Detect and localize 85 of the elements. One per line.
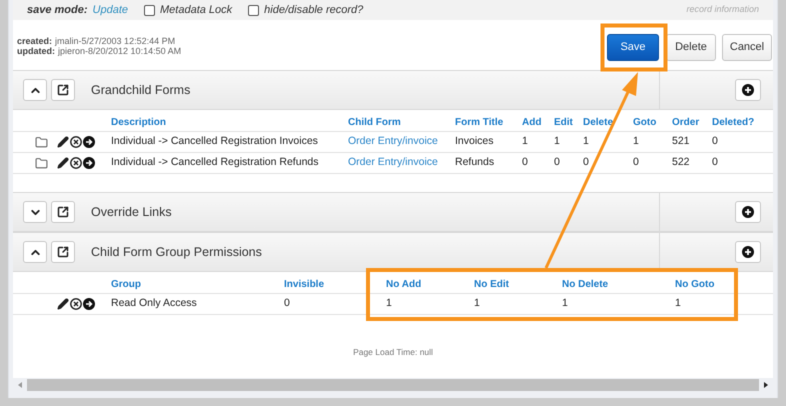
edit-icon[interactable]	[57, 298, 69, 310]
table-cell-text: 522	[672, 155, 691, 170]
table-cell-text: 0	[522, 155, 529, 170]
folder-icon[interactable]	[35, 156, 48, 170]
table-cell-text: 1	[583, 134, 590, 150]
export-icon	[57, 84, 69, 96]
add-button[interactable]	[735, 201, 761, 223]
add-icon	[742, 246, 754, 258]
table-cell-text: 0	[633, 155, 640, 170]
column-header[interactable]: Order	[672, 114, 712, 130]
column-header[interactable]: Deleted?	[712, 114, 762, 130]
checkbox[interactable]	[248, 4, 260, 16]
remove-icon[interactable]	[70, 136, 82, 148]
table-cell-text: 1	[554, 134, 561, 150]
checkbox-label: Metadata Lock	[160, 2, 232, 18]
table-cell-text: Read Only Access	[111, 296, 198, 312]
table-cell-text: 0	[284, 296, 291, 312]
column-header[interactable]: No Delete	[562, 276, 675, 292]
arrow-circle-icon[interactable]	[83, 136, 95, 148]
table-cell-text: 1	[675, 296, 682, 312]
section-title: Override Links	[91, 204, 172, 221]
column-header[interactable]: Delete	[583, 114, 633, 130]
highlight-frame	[600, 24, 668, 72]
arrow-circle-icon[interactable]	[83, 157, 95, 169]
table-cell-text: 1	[386, 296, 393, 312]
table-cell-text: Individual -> Cancelled Registration Invoices	[111, 134, 319, 150]
table-cell-text: Invoices	[455, 134, 495, 150]
column-header[interactable]: Description	[111, 114, 348, 130]
add-button[interactable]	[735, 241, 761, 263]
table-cell-text: 0	[712, 134, 719, 150]
save-mode-link[interactable]: Update	[92, 2, 128, 18]
remove-icon[interactable]	[70, 298, 82, 310]
folder-icon[interactable]	[35, 136, 48, 148]
checkbox[interactable]	[144, 4, 156, 16]
audit-value: jpieron-8/20/2012 10:14:50 AM	[58, 46, 182, 56]
add-icon	[742, 84, 754, 96]
table-cell-text: 1	[522, 134, 529, 150]
table-link[interactable]: Order Entry/invoice	[348, 134, 455, 150]
form-button[interactable]: Delete	[666, 34, 716, 61]
export-button[interactable]	[51, 201, 75, 223]
column-header[interactable]: Invisible	[284, 276, 386, 292]
export-icon	[57, 206, 69, 218]
export-button[interactable]	[51, 241, 75, 263]
export-button[interactable]	[51, 79, 75, 101]
column-header[interactable]: No Add	[386, 276, 474, 292]
save-mode-label: save mode:	[27, 2, 88, 18]
collapse-toggle-button[interactable]	[23, 201, 47, 223]
column-header[interactable]: Form Title	[455, 114, 522, 130]
record-information-label: record information	[686, 3, 759, 16]
table-cell-text: 0	[583, 155, 590, 170]
add-icon	[742, 206, 754, 218]
form-button[interactable]: Save	[607, 34, 659, 61]
table-cell-text: 1	[633, 134, 640, 150]
checkbox-label: hide/disable record?	[264, 2, 364, 18]
audit-label: created:	[17, 36, 52, 46]
add-button[interactable]	[735, 79, 761, 101]
form-button[interactable]: Cancel	[722, 34, 772, 61]
table-cell-text: 521	[672, 134, 691, 150]
column-header[interactable]: Goto	[633, 114, 672, 130]
table-cell-text: 0	[712, 155, 719, 170]
column-header[interactable]: Add	[522, 114, 554, 130]
table-cell-text: 1	[474, 296, 481, 312]
section-title: Child Form Group Permissions	[91, 244, 262, 261]
section-title: Grandchild Forms	[91, 82, 190, 99]
collapse-toggle-button[interactable]	[23, 241, 47, 263]
collapse-toggle-button[interactable]	[23, 79, 47, 101]
column-header[interactable]: Group	[111, 276, 284, 292]
remove-icon[interactable]	[70, 157, 82, 169]
table-cell-text: 0	[554, 155, 561, 170]
table-link[interactable]: Order Entry/invoice	[348, 155, 455, 171]
audit-value: jmalin-5/27/2003 12:52:44 PM	[55, 36, 176, 46]
arrow-circle-icon[interactable]	[83, 298, 95, 310]
page-load-time: Page Load Time: null	[353, 346, 433, 359]
table-cell-text: Refunds	[455, 155, 496, 170]
column-header[interactable]: Edit	[554, 114, 583, 130]
edit-icon[interactable]	[57, 136, 69, 148]
scrollbar-thumb[interactable]	[27, 379, 759, 391]
column-header[interactable]: No Edit	[474, 276, 562, 292]
audit-label: updated:	[17, 46, 55, 56]
table-cell-text: Individual -> Cancelled Registration Refunds	[111, 155, 320, 170]
column-header[interactable]: No Goto	[675, 276, 755, 292]
edit-icon[interactable]	[57, 157, 69, 169]
export-icon	[57, 246, 69, 258]
column-header[interactable]: Child Form	[348, 114, 455, 130]
table-cell-text: 1	[562, 296, 569, 312]
